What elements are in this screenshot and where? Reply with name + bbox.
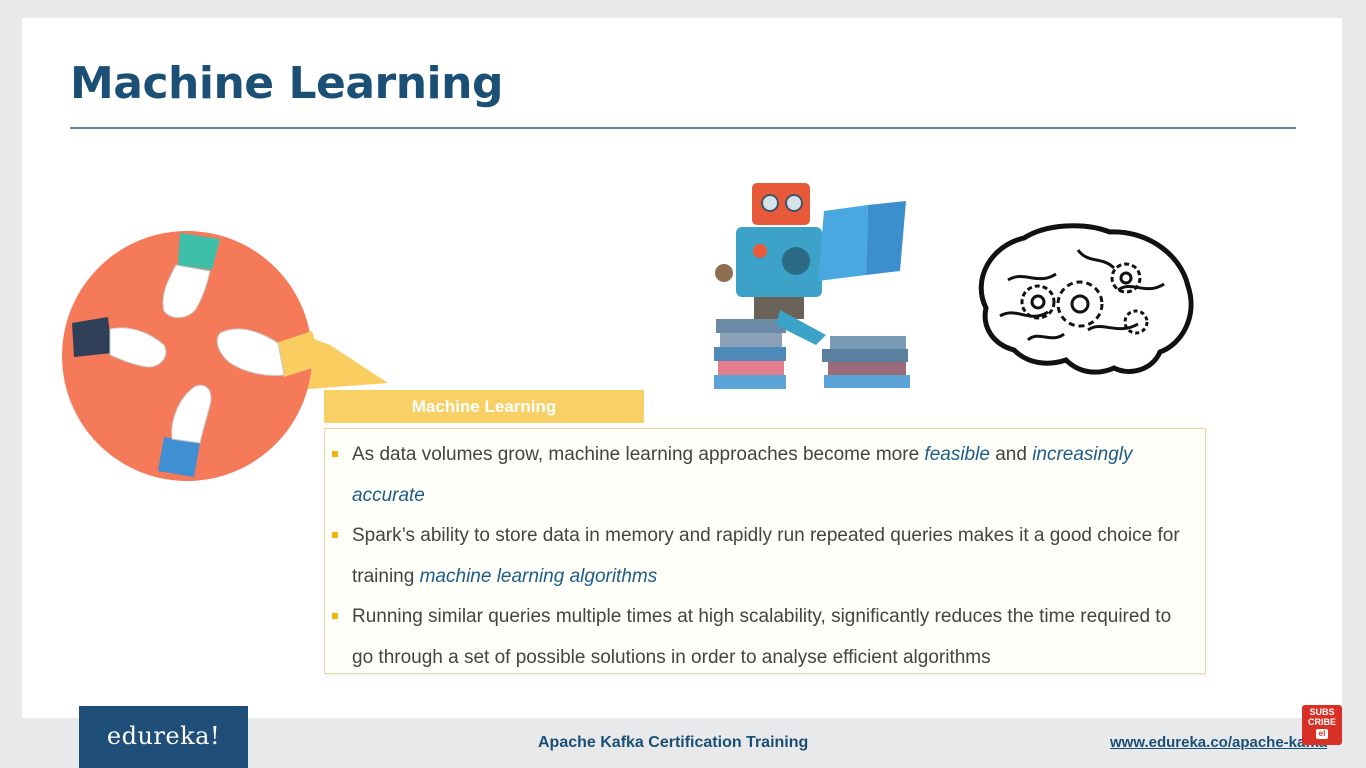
subscribe-label: SUBS xyxy=(1309,707,1335,717)
content-box: As data volumes grow, machine learning a… xyxy=(324,428,1206,674)
subscribe-label: CRIBE xyxy=(1307,717,1336,727)
subscribe-icon: el xyxy=(1315,729,1329,739)
bullet-item: Running similar queries multiple times a… xyxy=(332,596,1197,678)
robot-reading-icon xyxy=(714,183,910,389)
bullet-item: Spark’s ability to store data in memory … xyxy=(332,515,1197,597)
bullet-text: Running similar queries multiple times a… xyxy=(352,606,1172,668)
bullet-emphasis: feasible xyxy=(924,444,990,465)
subscribe-button[interactable]: SUBS CRIBE el xyxy=(1302,705,1342,745)
bullet-text: As data volumes grow, machine learning a… xyxy=(352,444,925,465)
bullet-marker-icon xyxy=(332,532,338,538)
footer-link[interactable]: www.edureka.co/apache-kafka xyxy=(1110,734,1327,751)
bullet-emphasis: machine learning algorithms xyxy=(419,566,658,587)
bullet-item: As data volumes grow, machine learning a… xyxy=(332,434,1197,516)
title-divider xyxy=(70,127,1296,129)
edureka-logo: edureka! xyxy=(79,706,248,768)
bullet-marker-icon xyxy=(332,451,338,457)
bullet-text: and xyxy=(989,444,1033,465)
slide-title: Machine Learning xyxy=(70,58,503,109)
course-title: Apache Kafka Certification Training xyxy=(538,734,809,751)
box-header: Machine Learning xyxy=(324,390,644,423)
brain-gears-icon xyxy=(978,223,1194,375)
bullet-marker-icon xyxy=(332,613,338,619)
